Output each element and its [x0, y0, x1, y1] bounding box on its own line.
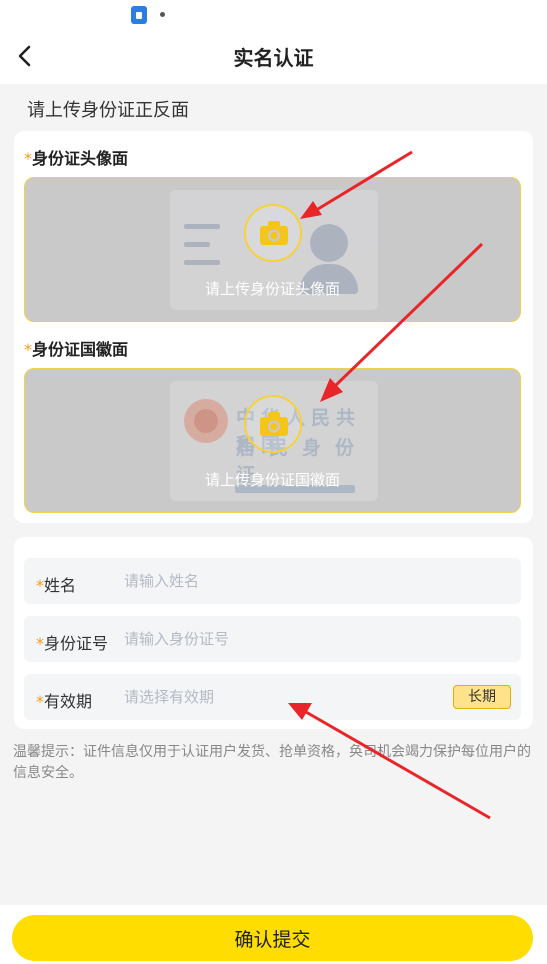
name-label-text: 姓名 [44, 576, 77, 595]
required-mark: * [36, 576, 44, 595]
name-label: *姓名 [36, 572, 76, 596]
front-upload-label: *身份证头像面 [24, 145, 128, 169]
name-input[interactable] [124, 566, 424, 596]
notification-dot-icon [160, 12, 165, 17]
back-upload-hint: 请上传身份证国徽面 [204, 471, 340, 489]
id-number-label-text: 身份证号 [44, 634, 109, 653]
required-mark: * [36, 692, 44, 711]
camera-icon[interactable] [244, 395, 302, 453]
validity-picker-input[interactable] [124, 682, 424, 712]
page-title: 实名认证 [233, 46, 314, 70]
long-term-button[interactable]: 长期 [453, 685, 511, 709]
notification-app-icon [131, 6, 147, 24]
front-upload-hint: 请上传身份证头像面 [204, 280, 340, 298]
name-row: *姓名 [24, 558, 521, 604]
status-bar [0, 0, 547, 28]
required-mark: * [36, 634, 44, 653]
camera-icon[interactable] [244, 204, 302, 262]
id-number-label: *身份证号 [36, 630, 108, 654]
id-number-row: *身份证号 [24, 616, 521, 662]
required-mark: * [24, 149, 32, 168]
privacy-notice: 温馨提示：证件信息仅用于认证用户发货、抢单资格，奂司机会竭力保护每位用户的信息安… [13, 744, 531, 781]
id-number-input[interactable] [124, 624, 424, 654]
identity-form-card: *姓名 *身份证号 *有效期 长期 [14, 537, 533, 729]
id-front-upload-area[interactable]: 请上传身份证头像面 [24, 177, 521, 322]
back-upload-label: *身份证国徽面 [24, 336, 128, 360]
back-upload-label-text: 身份证国徽面 [32, 340, 129, 359]
nav-bar: 实名认证 [0, 28, 547, 84]
id-back-upload-area[interactable]: 中华人民共和国 居民身份证 请上传身份证国徽面 [24, 368, 521, 513]
bottom-bar: 确认提交 [0, 905, 547, 964]
validity-label-text: 有效期 [44, 692, 93, 711]
upload-section-heading: 请上传身份证正反面 [27, 100, 189, 121]
id-upload-card: *身份证头像面 请上传身份证头像面 *身份证国徽面 中华人民共和国 居民身份证 … [14, 131, 533, 523]
front-upload-label-text: 身份证头像面 [32, 149, 129, 168]
submit-button[interactable]: 确认提交 [12, 915, 533, 961]
national-emblem-icon [184, 399, 228, 443]
required-mark: * [24, 340, 32, 359]
validity-label: *有效期 [36, 688, 92, 712]
validity-row: *有效期 长期 [24, 674, 521, 720]
